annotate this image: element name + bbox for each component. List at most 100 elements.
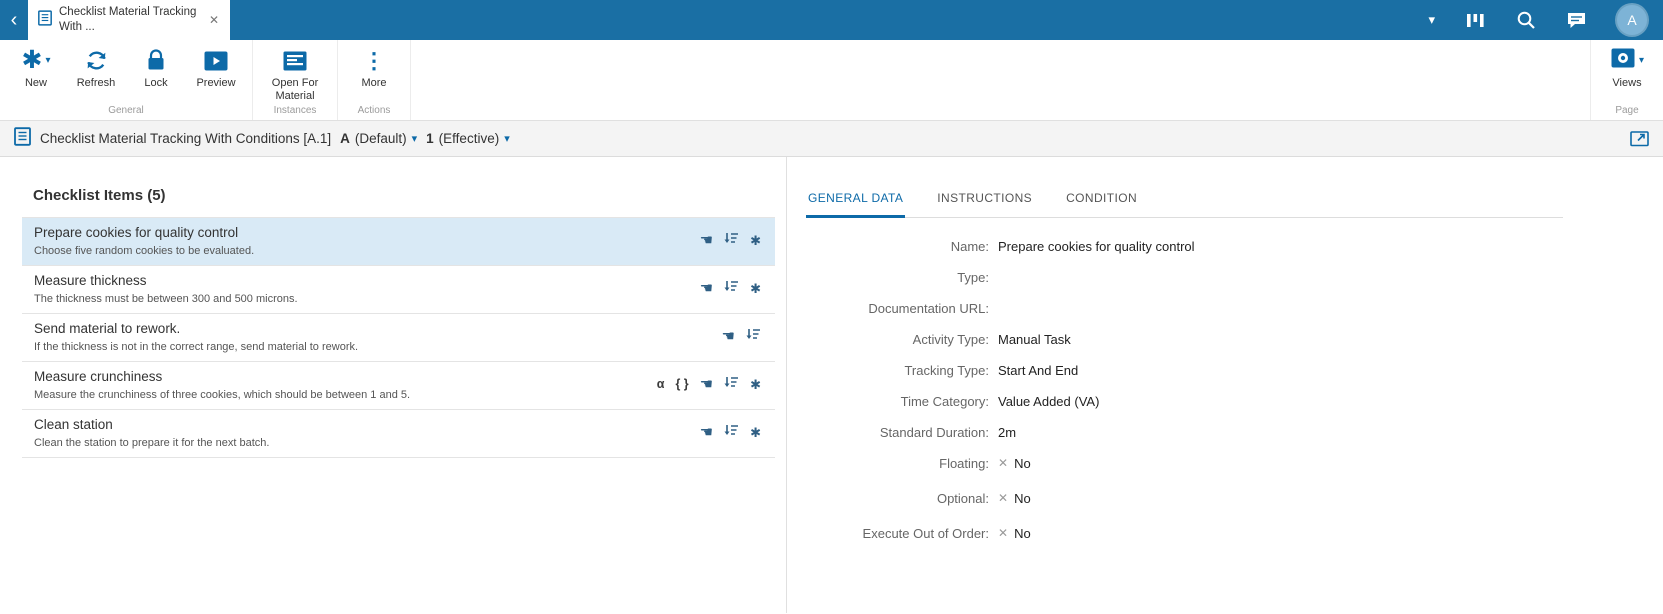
list-item[interactable]: Measure crunchiness Measure the crunchin…	[22, 362, 775, 410]
list-item[interactable]: Clean station Clean the station to prepa…	[22, 410, 775, 458]
tab-instructions[interactable]: INSTRUCTIONS	[935, 191, 1034, 218]
open-full-page-icon[interactable]	[1630, 130, 1649, 147]
no-x-icon: ✕	[998, 526, 1009, 540]
new-button-label: New	[24, 77, 47, 89]
preview-button-label: Preview	[196, 77, 236, 89]
list-item[interactable]: Send material to rework. If the thicknes…	[22, 314, 775, 362]
list-item[interactable]: Prepare cookies for quality control Choo…	[22, 218, 775, 266]
field-value: ✕ No	[998, 491, 1031, 506]
mandatory-asterisk-icon: ✱	[750, 281, 761, 296]
field-activity-type: Activity Type: Manual Task	[806, 331, 1663, 347]
ribbon-group-actions: ⋮ More Actions	[338, 40, 411, 120]
new-button[interactable]: ✱ ▾ New	[6, 40, 66, 90]
refresh-button[interactable]: Refresh	[66, 40, 126, 90]
ribbon-group-label-instances: Instances	[273, 105, 317, 116]
field-label: Documentation URL:	[868, 300, 989, 316]
manual-task-hand-icon: ☚	[699, 376, 714, 393]
mandatory-asterisk-icon: ✱	[750, 377, 761, 392]
feedback-chat-icon[interactable]	[1566, 11, 1587, 30]
item-title: Measure thickness	[34, 273, 147, 288]
field-value: Start And End	[998, 362, 1079, 378]
item-title: Send material to rework.	[34, 321, 181, 336]
back-chevron-icon[interactable]: ‹	[0, 0, 28, 40]
ribbon-group-page: ▾ Views Page	[1590, 40, 1663, 120]
mandatory-asterisk-icon: ✱	[750, 233, 761, 248]
ribbon-group-label-page: Page	[1615, 105, 1639, 116]
open-for-material-label: Open For Material	[271, 77, 319, 103]
lock-button-label: Lock	[144, 77, 168, 89]
close-tab-icon[interactable]: ✕	[206, 11, 222, 29]
manual-task-hand-icon: ☚	[699, 424, 714, 441]
item-title: Prepare cookies for quality control	[34, 225, 239, 240]
field-label: Tracking Type:	[904, 362, 989, 378]
version-dropdown[interactable]: 1 (Effective) ▾	[426, 131, 510, 146]
field-type: Type:	[806, 269, 1663, 285]
field-value-text: No	[1014, 455, 1031, 471]
sequence-icon	[724, 423, 739, 442]
item-subtitle: Choose five random cookies to be evaluat…	[34, 245, 255, 257]
checklist-pane: Checklist Items (5) Prepare cookies for …	[0, 157, 787, 613]
user-avatar[interactable]: A	[1617, 5, 1647, 35]
lock-icon	[145, 47, 167, 74]
open-for-material-button[interactable]: Open For Material	[259, 40, 331, 103]
field-optional: Optional: ✕ No	[806, 490, 1663, 506]
views-eye-icon	[1610, 47, 1636, 74]
version-state: (Effective)	[438, 131, 500, 146]
field-value: ✕ No	[998, 526, 1031, 541]
field-execute-out-of-order: Execute Out of Order: ✕ No	[806, 525, 1663, 541]
field-label: Standard Duration:	[879, 424, 989, 440]
tab-condition[interactable]: CONDITION	[1064, 191, 1139, 218]
tabs-dropdown-icon[interactable]: ▾	[1428, 12, 1435, 28]
breadcrumb-checklist-icon	[14, 126, 31, 151]
sequence-icon	[746, 327, 761, 346]
more-button-label: More	[361, 77, 387, 89]
sequence-icon	[724, 231, 739, 250]
preview-icon	[203, 47, 229, 74]
breadcrumb: Checklist Material Tracking With Conditi…	[0, 121, 1663, 157]
top-bar: ‹ Checklist Material Tracking With ... ✕…	[0, 0, 1663, 40]
field-value: 2m	[998, 424, 1017, 440]
search-icon[interactable]	[1516, 10, 1536, 30]
field-tracking-type: Tracking Type: Start And End	[806, 362, 1663, 378]
field-value-text: No	[1014, 490, 1031, 506]
document-tab-title: Checklist Material Tracking With ...	[59, 6, 197, 33]
field-value: Prepare cookies for quality control	[998, 238, 1195, 254]
no-x-icon: ✕	[998, 491, 1009, 505]
preview-button[interactable]: Preview	[186, 40, 246, 90]
field-label: Floating:	[939, 455, 989, 471]
machines-icon[interactable]	[1465, 11, 1486, 30]
field-label: Type:	[957, 269, 989, 285]
field-name: Name: Prepare cookies for quality contro…	[806, 238, 1663, 254]
revision-dropdown[interactable]: A (Default) ▾	[340, 131, 417, 146]
ribbon-group-general: ✱ ▾ New Refresh Lock Preview General	[0, 40, 253, 120]
open-for-material-icon	[282, 47, 308, 74]
revision-state: (Default)	[354, 131, 407, 146]
more-button[interactable]: ⋮ More	[344, 40, 404, 90]
detail-tabs: GENERAL DATA INSTRUCTIONS CONDITION	[806, 191, 1563, 218]
field-value-text: No	[1014, 525, 1031, 541]
field-label: Time Category:	[900, 393, 989, 409]
manual-task-hand-icon: ☚	[699, 280, 714, 297]
field-label: Activity Type:	[912, 331, 989, 347]
ribbon-toolbar: ✱ ▾ New Refresh Lock Preview General Ope…	[0, 40, 1663, 121]
item-subtitle: If the thickness is not in the correct r…	[34, 341, 359, 353]
revision-caret-icon: ▾	[411, 133, 418, 145]
list-item[interactable]: Measure thickness The thickness must be …	[22, 266, 775, 314]
field-label: Name:	[950, 238, 989, 254]
ribbon-group-label-general: General	[108, 105, 144, 116]
document-tab[interactable]: Checklist Material Tracking With ... ✕	[28, 0, 230, 40]
braces-expression-icon: { }	[675, 377, 689, 392]
revision-key: A	[340, 131, 350, 146]
lock-button[interactable]: Lock	[126, 40, 186, 90]
views-button[interactable]: ▾ Views	[1597, 40, 1657, 90]
field-value: Value Added (VA)	[998, 393, 1100, 409]
sequence-icon	[724, 375, 739, 394]
field-standard-duration: Standard Duration: 2m	[806, 424, 1663, 440]
checklist-item-list: Prepare cookies for quality control Choo…	[22, 217, 775, 458]
tab-general-data[interactable]: GENERAL DATA	[806, 191, 906, 218]
item-subtitle: Measure the crunchiness of three cookies…	[34, 389, 411, 401]
ribbon-group-label-actions: Actions	[357, 105, 391, 116]
more-ellipsis-icon: ⋮	[363, 47, 385, 73]
field-label: Optional:	[936, 490, 989, 506]
detail-pane: GENERAL DATA INSTRUCTIONS CONDITION Name…	[787, 157, 1663, 613]
